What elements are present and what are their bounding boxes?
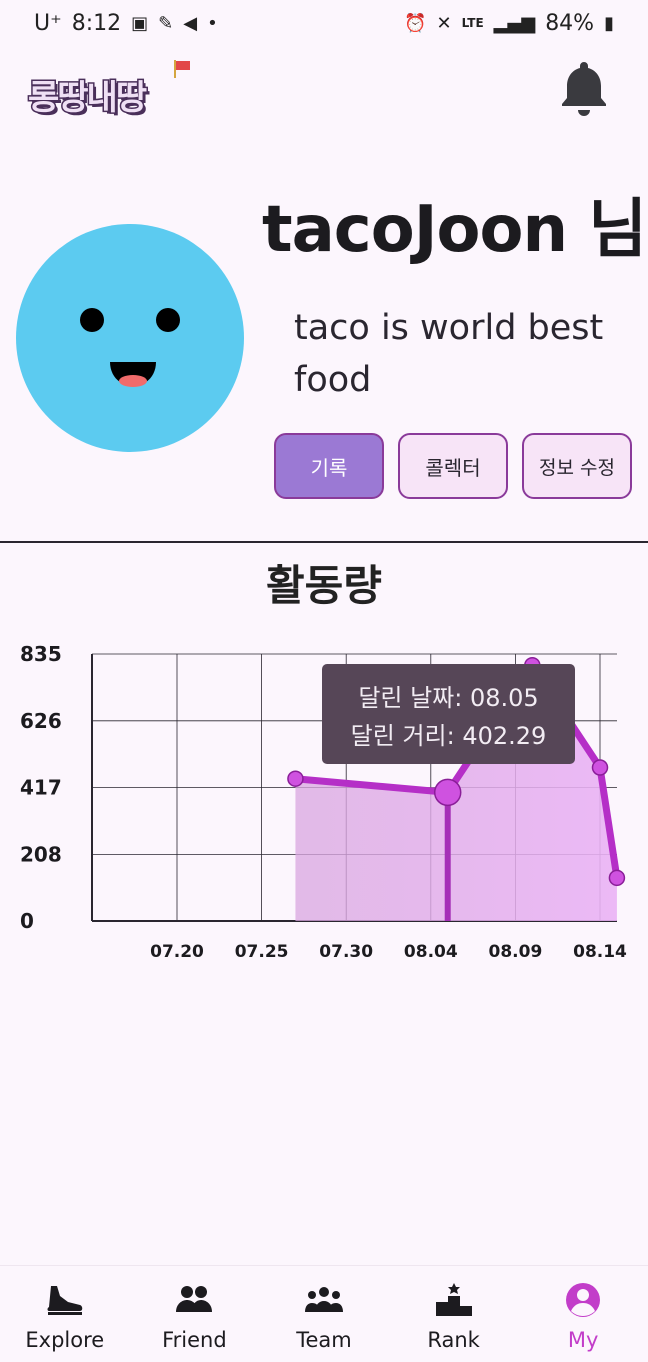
battery-icon: ▮	[604, 12, 614, 34]
section-divider	[0, 541, 648, 543]
image-icon: ▣	[131, 12, 149, 34]
carrier-label: U⁺	[34, 10, 62, 36]
records-button[interactable]: 기록	[274, 433, 384, 499]
shoe-icon	[47, 1286, 83, 1315]
collector-button[interactable]: 콜렉터	[398, 433, 508, 499]
nav-friend[interactable]: Friend	[130, 1266, 260, 1362]
avatar	[16, 224, 244, 452]
chart-title: 활동량	[266, 561, 382, 610]
clock: 8:12	[71, 10, 122, 36]
bell-icon[interactable]	[560, 60, 608, 116]
activity-chart[interactable]: 0 208 417 626 835 07.20 07.25 07.30 08.04 08.09 08…	[0, 630, 648, 970]
app-logo[interactable]: 롱땅내땅	[26, 60, 190, 120]
alarm-icon: ⏰	[404, 12, 427, 34]
tooltip-distance: 달린 거리: 402.29	[351, 722, 547, 750]
nav-team[interactable]: Team	[259, 1266, 389, 1362]
team-icon	[304, 1287, 343, 1312]
megaphone-icon: ◀	[183, 12, 198, 34]
account-circle-icon	[566, 1283, 601, 1317]
edit-info-button[interactable]: 정보 수정	[522, 433, 632, 499]
x-tick-label: 08.14	[573, 942, 627, 962]
profile-section: tacoJoon 님 taco is world best food 기록 콜렉…	[0, 136, 648, 541]
nav-my[interactable]: My	[518, 1266, 648, 1362]
y-tick-label: 626	[20, 709, 62, 733]
x-tick-label: 08.04	[404, 942, 458, 962]
y-tick-label: 208	[20, 842, 62, 866]
x-tick-label: 07.25	[235, 942, 289, 962]
y-tick-label: 835	[20, 642, 62, 666]
x-tick-label: 08.09	[489, 942, 543, 962]
username: tacoJoon 님	[262, 193, 647, 267]
tooltip-date: 달린 날짜: 08.05	[358, 684, 538, 712]
signal-icon: ▂▄▆	[493, 12, 536, 34]
friends-icon	[176, 1286, 213, 1312]
nav-friend-label: Friend	[162, 1328, 227, 1352]
nav-explore-label: Explore	[25, 1328, 105, 1352]
network-label: LTE	[461, 16, 484, 30]
flag-icon	[174, 60, 190, 78]
nav-team-label: Team	[296, 1328, 352, 1352]
app-header: 롱땅내땅	[0, 46, 648, 136]
data-point	[608, 869, 626, 887]
y-tick-label: 0	[20, 909, 34, 933]
nav-explore[interactable]: Explore	[0, 1266, 130, 1362]
data-point	[433, 778, 462, 807]
shoe-notification-icon: ✎	[158, 12, 174, 34]
mute-icon: ✕	[436, 12, 452, 34]
nav-my-label: My	[567, 1328, 599, 1352]
data-point	[591, 759, 609, 776]
bottom-nav: Explore Friend Team Rank My	[0, 1265, 648, 1362]
x-tick-label: 07.20	[150, 942, 204, 962]
profile-button-row: 기록 콜렉터 정보 수정	[274, 433, 632, 499]
logo-text: 롱땅내땅	[26, 77, 148, 120]
podium-icon	[435, 1283, 472, 1316]
dot-icon: •	[207, 12, 218, 34]
data-point	[287, 770, 304, 787]
battery-label: 84%	[545, 10, 595, 36]
status-bar: U⁺ 8:12 ▣ ✎ ◀ • ⏰ ✕ LTE ▂▄▆ 84% ▮	[0, 0, 648, 46]
y-tick-label: 417	[20, 776, 62, 800]
nav-rank[interactable]: Rank	[389, 1266, 519, 1362]
x-tick-label: 07.30	[319, 942, 373, 962]
bio-text: taco is world best food	[294, 308, 604, 400]
nav-rank-label: Rank	[427, 1328, 480, 1352]
